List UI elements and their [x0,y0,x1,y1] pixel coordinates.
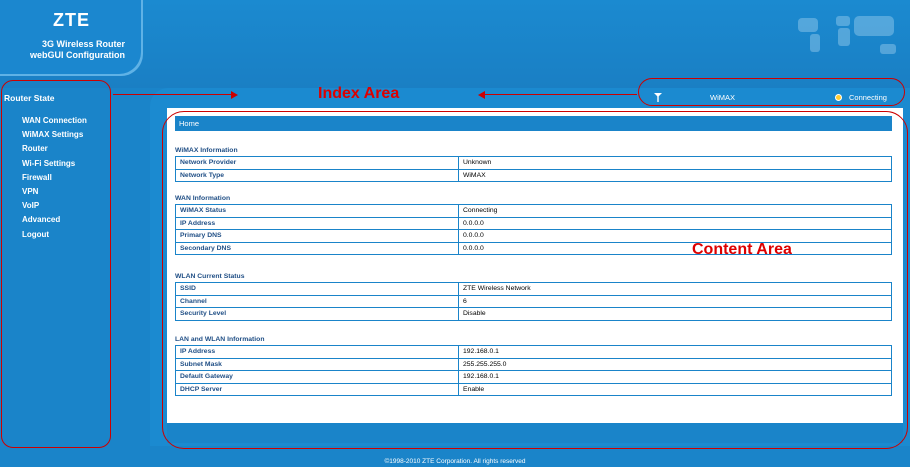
status-annotation-outline [638,78,905,106]
logo-subtitle-line1: 3G Wireless Router [42,39,125,49]
content-area-label: Content Area [692,241,792,258]
zte-logo: ZTE [53,10,90,30]
index-arrow-right-head [231,91,238,99]
logo-box: ZTE 3G Wireless Router webGUI Configurat… [0,0,143,76]
index-area-label: Index Area [318,85,400,102]
logo-subtitle-line2: webGUI Configuration [30,50,125,60]
index-arrow-left-head [478,91,485,99]
header: ZTE 3G Wireless Router webGUI Configurat… [0,0,910,88]
logo-subtitle: 3G Wireless Router webGUI Configuration [30,39,125,61]
content-annotation-outline [162,111,908,449]
world-map-icon [798,16,896,54]
index-arrow-right-line [483,94,637,95]
index-arrow-left-line [113,94,233,95]
copyright-footer: ©1998-2010 ZTE Corporation. All rights r… [384,458,526,465]
sidebar-annotation-outline [1,80,111,448]
